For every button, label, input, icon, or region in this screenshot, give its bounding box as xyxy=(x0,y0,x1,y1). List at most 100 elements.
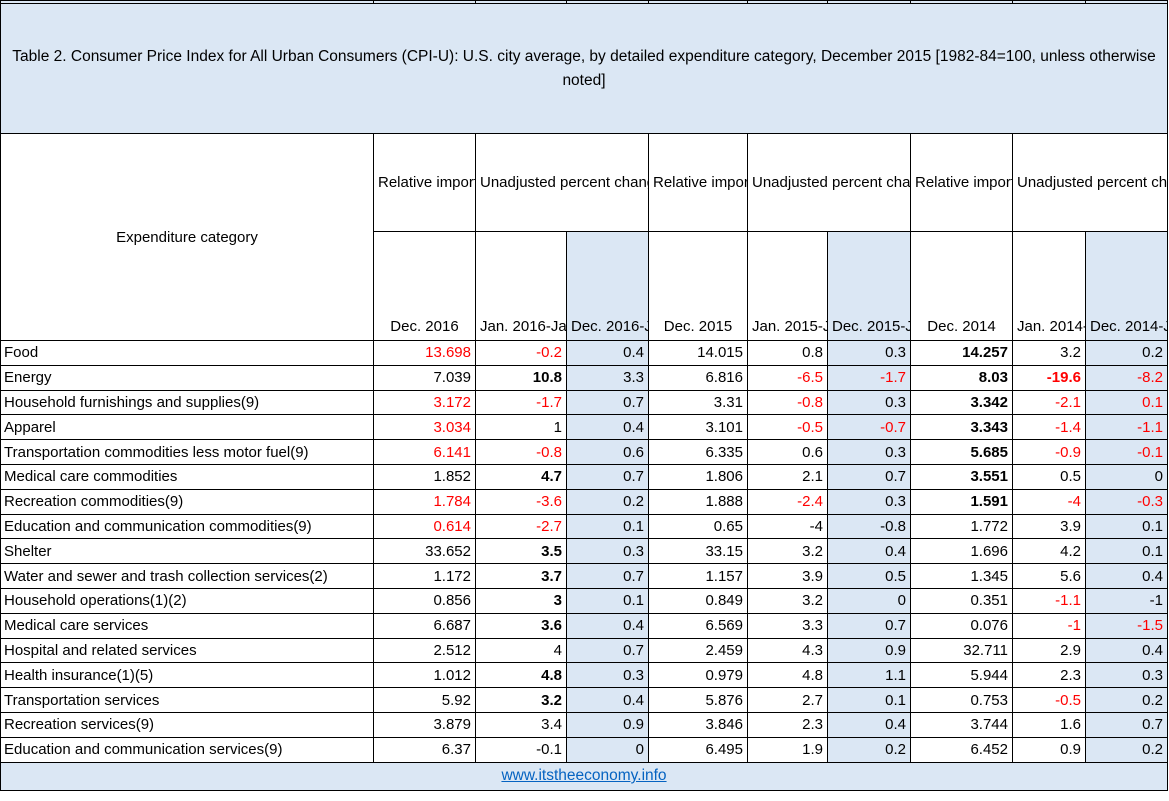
category-cell: Education and communication commodities(… xyxy=(0,513,374,540)
unadjusted-change-header-2016: Unadjusted percent change xyxy=(475,133,649,232)
category-cell: Health insurance(1)(5) xyxy=(0,662,374,689)
value-cell: 0.3 xyxy=(827,488,911,515)
category-cell: Medical care commodities xyxy=(0,463,374,490)
value-cell: 3.4 xyxy=(475,711,567,738)
website-link[interactable]: www.itstheeconomy.info xyxy=(501,767,666,784)
value-cell: 0.1 xyxy=(827,687,911,713)
value-cell: 1.888 xyxy=(648,488,748,515)
table-row: Health insurance(1)(5) 1.012 4.8 0.3 0.979 4.… xyxy=(0,662,1168,689)
value-cell: 1.852 xyxy=(373,463,476,490)
cpi-table: Table 2. Consumer Price Index for All Ur… xyxy=(0,0,1168,791)
data-rows: Food 13.698 -0.2 0.4 14.015 0.8 0.3 14.257 3.2 0.… xyxy=(0,340,1168,763)
category-cell: Apparel xyxy=(0,414,374,441)
category-cell: Recreation commodities(9) xyxy=(0,488,374,515)
value-cell: -1.7 xyxy=(827,364,911,391)
category-cell: Household furnishings and supplies(9) xyxy=(0,389,374,416)
value-cell: 3.9 xyxy=(747,563,828,589)
value-cell: 0.2 xyxy=(1085,736,1168,763)
value-cell: 2.459 xyxy=(648,637,748,664)
value-cell: 1.696 xyxy=(910,538,1013,565)
value-cell: 1.157 xyxy=(648,563,748,589)
category-cell: Medical care services xyxy=(0,612,374,639)
value-cell: 2.3 xyxy=(1012,662,1086,689)
value-cell: -8.2 xyxy=(1085,364,1168,391)
value-cell: 32.711 xyxy=(910,637,1013,664)
value-cell: 6.335 xyxy=(648,439,748,465)
value-cell: 1.591 xyxy=(910,488,1013,515)
table-row: Energy 7.039 10.8 3.3 6.816 -6.5 -1.7 8.03 -19.6… xyxy=(0,364,1168,391)
value-cell: 0.7 xyxy=(566,463,649,490)
value-cell: 6.495 xyxy=(648,736,748,763)
value-cell: 1.772 xyxy=(910,513,1013,540)
value-cell: 0.4 xyxy=(566,687,649,713)
value-cell: 3.5 xyxy=(475,538,567,565)
value-cell: 4.7 xyxy=(475,463,567,490)
relative-importance-header-2014: Relative importance xyxy=(910,133,1013,232)
value-cell: 3.101 xyxy=(648,414,748,441)
value-cell: 0.4 xyxy=(566,414,649,441)
value-cell: 0.1 xyxy=(1085,389,1168,416)
category-cell: Shelter xyxy=(0,538,374,565)
unadjusted-change-header-2014: Unadjusted percent change xyxy=(1012,133,1168,232)
table-row: Shelter 33.652 3.5 0.3 33.15 3.2 0.4 1.696 4.2 0.… xyxy=(0,538,1168,565)
value-cell: 3.3 xyxy=(566,364,649,391)
value-cell: 3.7 xyxy=(475,563,567,589)
value-cell: 4.8 xyxy=(747,662,828,689)
value-cell: 0.849 xyxy=(648,587,748,614)
table-row: Education and communication services(9) 6… xyxy=(0,736,1168,763)
value-cell: 0.351 xyxy=(910,587,1013,614)
value-cell: 0.3 xyxy=(827,340,911,366)
value-cell: 0.2 xyxy=(1085,340,1168,366)
table-row: Medical care services 6.687 3.6 0.4 6.569 3.3… xyxy=(0,612,1168,639)
value-cell: 2.7 xyxy=(747,687,828,713)
value-cell: -0.5 xyxy=(747,414,828,441)
value-cell: 1.345 xyxy=(910,563,1013,589)
value-cell: -0.1 xyxy=(475,736,567,763)
value-cell: 3.2 xyxy=(747,587,828,614)
value-cell: 0.7 xyxy=(827,612,911,639)
value-cell: -2.1 xyxy=(1012,389,1086,416)
subheader-jan-2014-jan-2015: Jan. 2014-Jan. 2015 xyxy=(1012,231,1086,341)
value-cell: 33.652 xyxy=(373,538,476,565)
value-cell: 0.65 xyxy=(648,513,748,540)
value-cell: 2.1 xyxy=(747,463,828,490)
table-row: Transportation commodities less motor fu… xyxy=(0,439,1168,465)
subheader-dec-2015: Dec. 2015 xyxy=(648,231,748,341)
value-cell: 0.5 xyxy=(827,563,911,589)
value-cell: 3.2 xyxy=(747,538,828,565)
value-cell: 5.92 xyxy=(373,687,476,713)
value-cell: 0.4 xyxy=(566,612,649,639)
value-cell: 0.3 xyxy=(827,389,911,416)
value-cell: 3.342 xyxy=(910,389,1013,416)
value-cell: 1.784 xyxy=(373,488,476,515)
value-cell: 4.2 xyxy=(1012,538,1086,565)
value-cell: -4 xyxy=(747,513,828,540)
value-cell: 0.1 xyxy=(1085,538,1168,565)
value-cell: 0.2 xyxy=(1085,687,1168,713)
value-cell: -19.6 xyxy=(1012,364,1086,391)
value-cell: -0.8 xyxy=(827,513,911,540)
value-cell: 0.856 xyxy=(373,587,476,614)
value-cell: -1 xyxy=(1085,587,1168,614)
value-cell: 0 xyxy=(827,587,911,614)
table-row: Education and communication commodities(… xyxy=(0,513,1168,540)
category-cell: Education and communication services(9) xyxy=(0,736,374,763)
table-row: Household operations(1)(2) 0.856 3 0.1 0.849… xyxy=(0,587,1168,614)
value-cell: 7.039 xyxy=(373,364,476,391)
value-cell: 14.257 xyxy=(910,340,1013,366)
value-cell: 6.452 xyxy=(910,736,1013,763)
value-cell: 0.1 xyxy=(566,587,649,614)
value-cell: 3.551 xyxy=(910,463,1013,490)
value-cell: 3.2 xyxy=(1012,340,1086,366)
category-cell: Water and sewer and trash collection ser… xyxy=(0,563,374,589)
value-cell: -2.7 xyxy=(475,513,567,540)
value-cell: -0.5 xyxy=(1012,687,1086,713)
value-cell: -1.5 xyxy=(1085,612,1168,639)
value-cell: 8.03 xyxy=(910,364,1013,391)
value-cell: 6.141 xyxy=(373,439,476,465)
value-cell: 0.9 xyxy=(566,711,649,738)
value-cell: 0.5 xyxy=(1012,463,1086,490)
value-cell: 1.012 xyxy=(373,662,476,689)
value-cell: -0.2 xyxy=(475,340,567,366)
value-cell: 0.3 xyxy=(827,439,911,465)
